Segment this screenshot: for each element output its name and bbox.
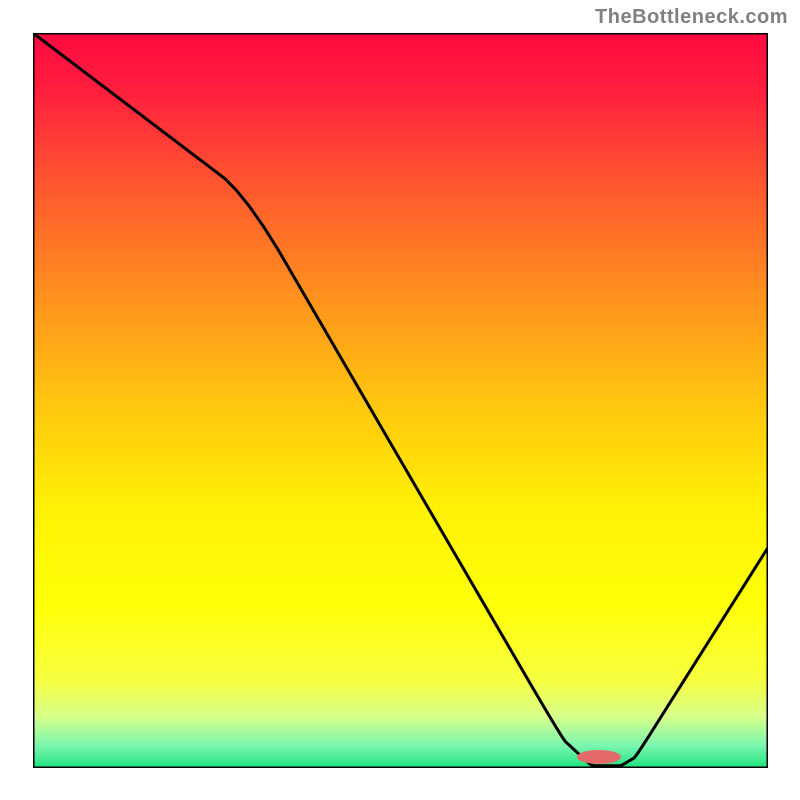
plot-area	[33, 33, 768, 768]
chart-svg	[33, 33, 768, 768]
optimal-point-marker	[577, 750, 621, 764]
heat-gradient-background	[33, 33, 768, 768]
attribution-label: TheBottleneck.com	[595, 6, 788, 29]
chart-container: TheBottleneck.com	[0, 0, 800, 800]
